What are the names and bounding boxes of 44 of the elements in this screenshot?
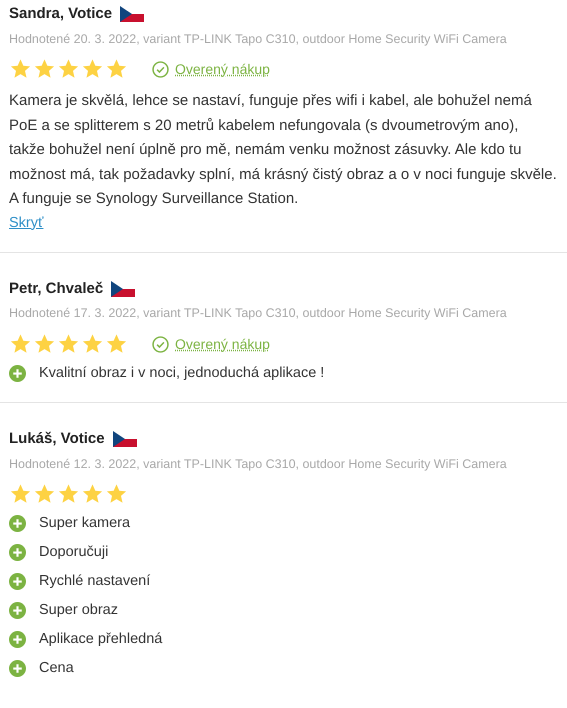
plus-icon [9,544,26,562]
plus-icon [9,602,26,620]
review-meta: Hodnotené 12. 3. 2022, variant TP-LINK Tapo C310, outdoor Home Security WiFi Camera [9,456,508,473]
star-icon [9,333,32,355]
star-icon [105,333,128,355]
verified-purchase-label: Overený nákup [175,334,270,354]
star-icon [57,58,80,80]
review-text: Kamera je skvělá, lehce se nastaví, funguje přes wifi i kabel, ale bohužel nemá PoE a se splitterem s 20 metrů kabelem nefungovala (s dvoumetrovým ano), takže bohužel není úplně pro mě, nemám venku možnost zásuvky. Ale kdo tu možnost má, tak požadavky splní, má krásný čistý obraz a o v noci funguje skvěle. A funguje se Synology Surveillance Station. [9,91,558,210]
pro-item: Super obraz [39,601,118,620]
plus-icon [9,573,26,590]
plus-icon [9,660,26,678]
star-icon [9,58,32,80]
flag-icon [111,281,136,297]
star-icon [9,483,32,506]
review-meta: Hodnotené 20. 3. 2022, variant TP-LINK Tapo C310, outdoor Home Security WiFi Camera [9,30,508,48]
pro-item: Aplikace přehledná [39,630,162,650]
pro-item: Rychlé nastavení [39,572,150,592]
pro-item: Doporučuji [39,543,108,562]
review-meta: Hodnotené 17. 3. 2022, variant TP-LINK Tapo C310, outdoor Home Security WiFi Camera [9,305,508,322]
star-icon [33,483,56,506]
star-icon [33,58,56,80]
plus-icon [9,365,26,382]
star-icon [81,58,104,80]
plus-icon [9,631,26,648]
verified-purchase-label: Overený nákup [175,60,270,79]
check-circle-icon [152,336,169,352]
check-circle-icon [152,60,169,78]
star-icon [105,58,128,80]
pro-item: Cena [39,659,74,678]
pro-item: Kvalitní obraz i v noci, jednoduchá aplikace ! [39,364,324,383]
hide-link[interactable]: Skryť [9,212,558,234]
star-icon [57,483,80,506]
star-icon [81,333,104,355]
reviewer-name: Lukáš, Votice [9,429,105,449]
flag-icon [112,431,137,448]
reviewer-name: Petr, Chvaleč [9,278,104,299]
pro-item: Super kamera [39,514,130,534]
star-icon [105,483,128,506]
plus-icon [9,515,26,532]
star-icon [57,333,80,355]
star-icon [81,483,104,506]
reviewer-name: Sandra, Votice [9,4,112,24]
flag-icon [120,6,144,22]
star-icon [33,333,56,355]
